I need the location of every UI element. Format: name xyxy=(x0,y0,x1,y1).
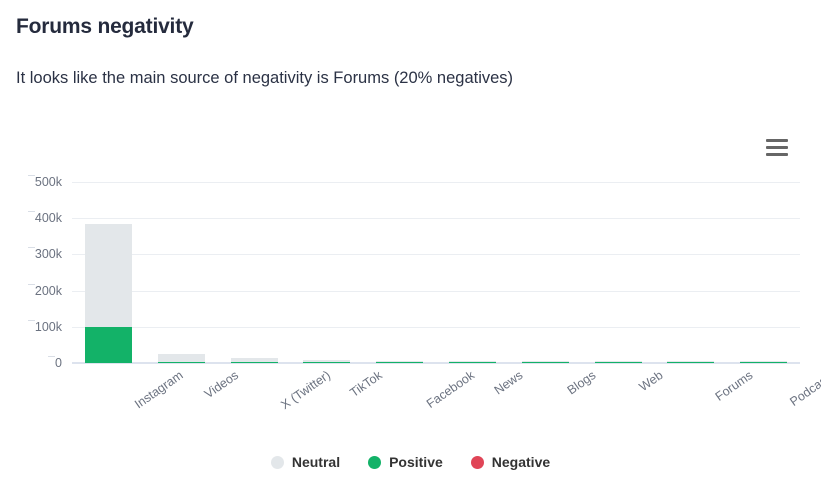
x-axis-label: TikTok xyxy=(347,368,385,400)
legend-item-positive[interactable]: Positive xyxy=(368,454,443,470)
y-axis-tick-label: 300k xyxy=(27,247,62,261)
x-axis-label: Instagram xyxy=(132,368,187,412)
y-axis-tick-label: 100k xyxy=(27,319,62,334)
x-axis-label: Videos xyxy=(202,368,242,402)
bar-segment-positive[interactable] xyxy=(230,362,278,363)
bar-segment-neutral[interactable] xyxy=(157,353,205,363)
x-axis-label: X (Twitter) xyxy=(278,368,333,413)
bar-column[interactable] xyxy=(448,361,496,363)
legend-label: Negative xyxy=(491,454,551,470)
x-axis-label: Podcasts xyxy=(786,368,821,409)
legend-label: Positive xyxy=(389,454,443,470)
legend-item-neutral[interactable]: Neutral xyxy=(270,454,341,470)
legend-item-negative[interactable]: Negative xyxy=(470,454,551,470)
y-axis-tick-mark xyxy=(27,283,35,285)
bar-segment-positive[interactable] xyxy=(303,362,351,363)
y-axis-tick-mark xyxy=(27,247,35,249)
legend-swatch-positive-icon xyxy=(368,455,382,469)
forums-negativity-card: Forums negativity It looks like the main… xyxy=(0,0,821,500)
y-axis-tick-label: 0 xyxy=(48,356,62,370)
stacked-bar-chart: 0 100k 200k 300k 400k 500k Instagram Videos X (… xyxy=(0,0,821,500)
y-axis-tick-mark xyxy=(27,211,35,213)
bar-segment-positive[interactable] xyxy=(157,362,205,363)
x-axis-label: Blogs xyxy=(564,368,599,398)
x-axis-label: Web xyxy=(636,368,666,395)
bar-column[interactable] xyxy=(376,361,424,363)
bar-column[interactable] xyxy=(521,361,569,363)
legend-label: Neutral xyxy=(291,454,341,470)
bar-column[interactable] xyxy=(740,361,788,363)
x-axis-labels: Instagram Videos X (Twitter) TikTok Facebook… xyxy=(72,368,821,438)
bar-column[interactable] xyxy=(303,359,351,363)
y-axis-tick-label: 500k xyxy=(27,175,62,189)
x-axis-label: Forums xyxy=(712,368,756,404)
bar-segment-positive[interactable] xyxy=(84,326,132,363)
bar-segment-positive[interactable] xyxy=(667,362,715,363)
bar-column[interactable] xyxy=(84,223,132,363)
x-axis-label: Facebook xyxy=(423,368,477,411)
y-axis-tick-label: 200k xyxy=(27,283,62,298)
bar-column[interactable] xyxy=(594,361,642,363)
chart-legend: Neutral Positive Negative xyxy=(0,454,821,470)
y-axis-tick-mark xyxy=(27,175,35,176)
bar-segment-positive[interactable] xyxy=(740,362,788,363)
plot-area xyxy=(72,182,800,364)
y-axis-tick-mark xyxy=(48,356,56,357)
y-axis-tick-label: 400k xyxy=(27,211,62,225)
x-axis-label: News xyxy=(492,368,526,398)
bar-segment-positive[interactable] xyxy=(521,362,569,363)
legend-swatch-neutral-icon xyxy=(270,455,284,469)
bar-column[interactable] xyxy=(667,361,715,363)
bar-series-group xyxy=(72,182,800,363)
legend-swatch-negative-icon xyxy=(470,455,484,469)
bar-segment-neutral[interactable] xyxy=(84,223,132,327)
bar-column[interactable] xyxy=(230,357,278,363)
bar-segment-positive[interactable] xyxy=(376,362,424,363)
bar-segment-positive[interactable] xyxy=(594,362,642,363)
y-axis-tick-mark xyxy=(27,319,35,321)
bar-segment-positive[interactable] xyxy=(448,362,496,363)
bar-column[interactable] xyxy=(157,353,205,363)
